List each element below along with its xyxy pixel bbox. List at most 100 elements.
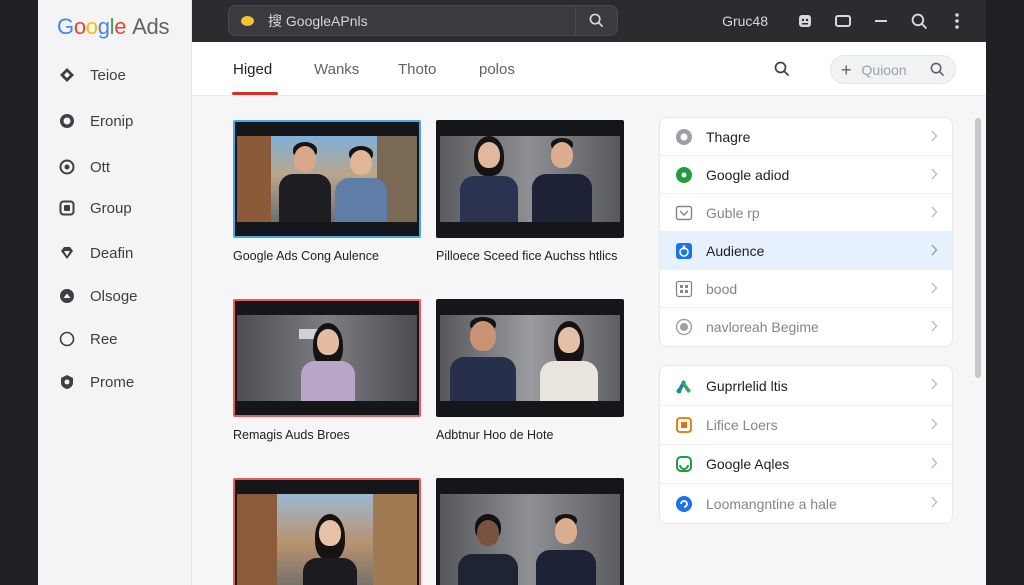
tab-thoto[interactable]: Thoto [398,61,436,78]
chevron-right-icon [931,418,938,430]
search-icon [589,13,604,28]
panel-row-guprrlelid-ltis[interactable]: Guprrlelid ltis [660,366,952,406]
panel-row-thagre[interactable]: Thagre [660,118,952,156]
video-thumbnail[interactable] [233,478,421,585]
panel-row-google-aqles[interactable]: Google Aqles [660,445,952,484]
panel-row-google-adiod[interactable]: Google adiod [660,156,952,194]
panel-row-loomangntine-a-hale[interactable]: Loomangntine a hale [660,484,952,523]
grid-icon [674,279,694,299]
google-ads-logo[interactable]: Google Ads [57,14,169,40]
video-thumbnail[interactable] [436,120,624,238]
video-thumbnail[interactable] [233,120,421,238]
filter-input[interactable]: + Quioon [830,55,956,84]
logo-ads-text: Ads [132,14,170,39]
search-icon[interactable] [910,12,928,30]
chevron-right-icon [931,457,938,469]
orange-tag-icon [674,415,694,435]
user-label[interactable]: Gruc48 [722,13,768,29]
chevron-right-icon [931,378,938,390]
video-card[interactable]: Pilloece Sceed fice Auchss htlics [436,120,624,264]
sidebar: Google Ads Teioe Eronip Ott Group Deafin … [38,0,192,585]
panel-row-audience[interactable]: Audience [660,232,952,270]
video-card[interactable]: Adbtnur Hoo de Hote [436,299,624,443]
top-bar: 搜 GoogleAPnls Gruc48 [192,0,986,42]
panel-row-bood[interactable]: bood [660,270,952,308]
ring-icon [58,112,76,130]
video-thumbnail[interactable] [436,299,624,417]
topbar-actions: Gruc48 [722,0,966,42]
tab-higed[interactable]: Higed [233,61,272,78]
tabs-search-icon[interactable] [774,61,790,82]
search-input[interactable]: 搜 GoogleAPnls [268,11,575,31]
panel-row-label: Guble rp [706,204,760,221]
clock-icon [674,127,694,147]
sidebar-item-teioe[interactable]: Teioe [58,62,126,88]
sidebar-item-label: Prome [90,373,135,391]
target-icon [58,158,76,176]
radio-icon [674,317,694,337]
sidebar-item-label: Teioe [90,66,126,84]
sidebar-item-label: Ree [90,330,118,348]
video-thumbnail[interactable] [436,478,624,585]
panel-row-label: Guprrlelid ltis [706,377,788,394]
search-box[interactable]: 搜 GoogleAPnls [228,5,618,36]
tabs-bar: Higed Wanks Thoto polos + Quioon [192,42,986,96]
diamond-icon [58,66,76,84]
panel-row-guble-rp[interactable]: Guble rp [660,194,952,232]
more-icon[interactable] [948,12,966,30]
tab-polos[interactable]: polos [479,61,515,78]
window-icon[interactable] [834,12,852,30]
app-window: Google Ads Teioe Eronip Ott Group Deafin … [38,0,986,585]
sidebar-item-label: Olsoge [90,287,138,305]
green-dot-icon [674,165,694,185]
video-card[interactable]: Remagis Auds Broes [233,299,421,443]
campaign-panel: Guprrlelid ltis Lifice Loers Google Aqle… [659,365,953,524]
checkbox-icon [674,203,694,223]
square-icon [58,199,76,217]
filter-placeholder: Quioon [861,61,907,78]
video-card[interactable]: Google Ads Cong Aulence [233,120,421,264]
panel-row-label: navloreah Begime [706,319,819,335]
panel-row-label: Google Aqles [706,456,790,472]
video-card[interactable] [436,478,624,585]
chevron-right-icon [931,496,938,508]
sidebar-item-deafin[interactable]: Deafin [58,240,133,266]
sidebar-item-label: Deafin [90,244,134,262]
account-icon[interactable] [796,12,814,30]
search-button[interactable] [575,5,617,36]
sidebar-item-label: Ott [90,158,111,176]
sidebar-item-prome[interactable]: Prome [58,369,134,395]
sidebar-item-eronip[interactable]: Eronip [58,108,133,134]
sidebar-item-ott[interactable]: Ott [58,154,110,180]
panel-row-navloreah-begime[interactable]: navloreah Begime [660,308,952,346]
search-icon[interactable] [930,62,945,77]
audience-panel: Thagre Google adiod Guble rp Audience bo… [659,117,953,347]
video-caption[interactable]: Pilloece Sceed fice Auchss htlics [436,248,624,264]
sidebar-item-olsoge[interactable]: Olsoge [58,283,138,309]
video-caption[interactable]: Remagis Auds Broes [233,427,421,443]
gem-icon [58,244,76,262]
audience-icon [674,241,694,261]
panel-row-label: Audience [706,242,765,259]
sidebar-item-group[interactable]: Group [58,195,132,221]
circle-chevron-icon [58,287,76,305]
sidebar-item-label: Group [90,199,132,217]
chevron-right-icon [931,206,938,218]
minimize-icon[interactable] [872,12,890,30]
chevron-right-icon [931,130,938,142]
vertical-scrollbar[interactable] [975,118,981,378]
chevron-right-icon [931,282,938,294]
sidebar-item-label: Eronip [90,112,134,130]
sidebar-item-ree[interactable]: Ree [58,326,118,352]
video-caption[interactable]: Google Ads Cong Aulence [233,248,421,264]
panel-row-lifice-loers[interactable]: Lifice Loers [660,406,952,445]
video-caption[interactable]: Adbtnur Hoo de Hote [436,427,624,443]
plus-icon[interactable]: + [841,61,852,79]
video-thumbnail[interactable] [233,299,421,417]
ads-logo-icon [674,376,694,396]
panel-row-label: Thagre [706,128,751,145]
chevron-right-icon [931,168,938,180]
panel-row-label: Lifice Loers [706,417,778,433]
tab-wanks[interactable]: Wanks [314,61,359,78]
video-card[interactable] [233,478,421,585]
